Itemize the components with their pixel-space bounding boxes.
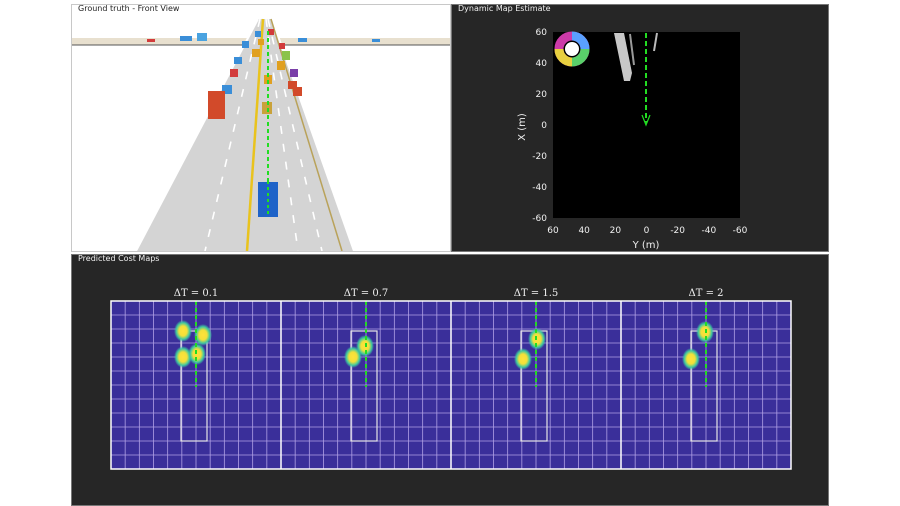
x-tick-label: -60 [532, 214, 547, 224]
x-tick-label: 40 [536, 59, 548, 69]
y-tick-label: 0 [644, 226, 650, 236]
x-tick-label: 0 [541, 121, 547, 131]
cost-maps-title: Predicted Cost Maps [76, 254, 162, 264]
truck [208, 91, 225, 119]
x-axis-label: X (m) [517, 113, 528, 141]
y-tick-label: -40 [701, 226, 716, 236]
y-tick-label: 20 [610, 226, 622, 236]
dynamic-map-panel: Dynamic Map Estimate 60 40 20 0 -20 -40 -60 60… [451, 4, 829, 252]
cost-map-subplot [281, 301, 451, 469]
cost-map-label: ΔT = 0.7 [344, 288, 389, 299]
x-tick-label: 20 [536, 90, 548, 100]
ground-truth-panel: Ground truth - Front View [71, 4, 451, 252]
cost-hotspot [514, 348, 532, 370]
ground-truth-title: Ground truth - Front View [76, 4, 182, 14]
cost-hotspot [194, 324, 212, 346]
dynamic-map-title: Dynamic Map Estimate [456, 4, 553, 14]
dynamic-map-plot: 6040200-20-40-60 60 40 20 0 -20 -40 -60 X (m) … [517, 28, 748, 251]
cost-hotspot [174, 320, 192, 342]
x-tick-label: 60 [536, 28, 548, 38]
cost-map-label: ΔT = 0.1 [174, 288, 219, 299]
x-tick-labels: 60 40 20 0 -20 -40 -60 [532, 28, 547, 224]
cost-map-label: ΔT = 1.5 [514, 288, 559, 299]
road-surface [136, 19, 354, 251]
cost-maps-panel: Predicted Cost Maps ΔT = 0.1 ΔT = 0.7 ΔT =… [71, 254, 829, 506]
front-view-scene [72, 5, 450, 251]
y-tick-label: 60 [547, 226, 559, 236]
y-tick-label: -60 [733, 226, 748, 236]
x-tick-label: -40 [532, 183, 547, 193]
x-tick-label: -20 [532, 152, 547, 162]
y-tick-labels: 60 40 20 0 -20 -40 -60 [547, 226, 747, 236]
cost-maps-figure: ΔT = 0.1 ΔT = 0.7 ΔT = 1.5 ΔT = 2 [110, 288, 792, 470]
cost-hotspot [344, 346, 362, 368]
y-tick-label: 40 [578, 226, 590, 236]
y-axis-label: Y (m) [632, 240, 660, 251]
y-tick-label: -20 [670, 226, 685, 236]
cost-map-subplot [451, 301, 621, 469]
cost-hotspot [682, 348, 700, 370]
cost-map-subplot [621, 301, 791, 469]
cost-map-label: ΔT = 2 [689, 288, 724, 299]
cost-map-subplot [111, 301, 281, 469]
